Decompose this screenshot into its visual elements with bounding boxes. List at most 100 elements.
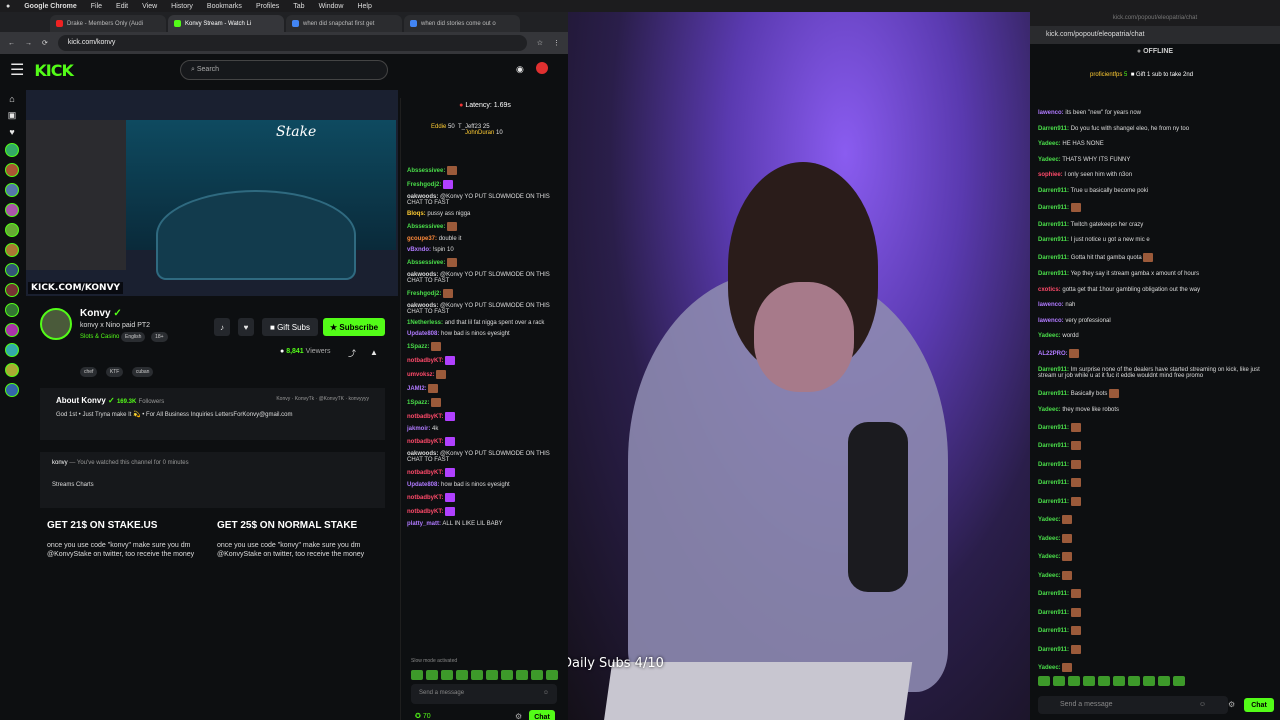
chat-username[interactable]: Darren911: bbox=[1038, 610, 1069, 616]
emote-button[interactable] bbox=[1158, 676, 1170, 686]
chat-username[interactable]: Yadeec: bbox=[1038, 157, 1061, 163]
forward-icon[interactable]: → bbox=[25, 40, 32, 47]
menu-tab[interactable]: Tab bbox=[293, 3, 304, 10]
emote-button[interactable] bbox=[456, 670, 468, 680]
menu-profiles[interactable]: Profiles bbox=[256, 3, 279, 10]
chat-username[interactable]: notbadbyKT: bbox=[407, 358, 443, 364]
chat-username[interactable]: Darren911: bbox=[1038, 499, 1069, 505]
language-tag[interactable]: English bbox=[121, 332, 146, 342]
follow-button[interactable]: ♥ bbox=[238, 318, 254, 336]
sidebar-channel-avatar[interactable] bbox=[5, 323, 19, 337]
chat-input[interactable]: Send a message ☺ bbox=[411, 684, 557, 704]
tag-cuban[interactable]: cuban bbox=[131, 367, 154, 377]
social-tiktok[interactable]: KonvyTk bbox=[295, 396, 314, 402]
chat-username[interactable]: vBxndo: bbox=[407, 247, 431, 253]
category-link[interactable]: Slots & Casino bbox=[80, 334, 119, 340]
tab-drake[interactable]: Drake - Members Only (Audi bbox=[50, 15, 166, 32]
browse-icon[interactable]: ▣ bbox=[8, 110, 17, 121]
chat-username[interactable]: notbadbyKT: bbox=[407, 414, 443, 420]
user-avatar[interactable] bbox=[536, 62, 548, 74]
menu-bookmarks[interactable]: Bookmarks bbox=[207, 3, 242, 10]
chat-username[interactable]: notbadbyKT: bbox=[407, 495, 443, 501]
chat-username[interactable]: Darren911: bbox=[1038, 126, 1069, 132]
social-instagram[interactable]: konvyyyy bbox=[348, 396, 369, 402]
chat-username[interactable]: Darren911: bbox=[1038, 391, 1069, 397]
sidebar-channel-avatar[interactable] bbox=[5, 303, 19, 317]
chat-username[interactable]: JAMI2: bbox=[407, 386, 427, 392]
popout-url[interactable]: kick.com/popout/eleopatria/chat bbox=[1030, 26, 1280, 44]
tab-search-2[interactable]: when did stories come out o bbox=[404, 15, 520, 32]
chat-username[interactable]: Darren911: bbox=[1038, 237, 1069, 243]
chat-username[interactable]: Darren911: bbox=[1038, 647, 1069, 653]
sidebar-channel-avatar[interactable] bbox=[5, 203, 19, 217]
menu-edit[interactable]: Edit bbox=[116, 3, 128, 10]
send-chat-button[interactable]: Chat bbox=[529, 710, 555, 720]
chat-username[interactable]: Darren911: bbox=[1038, 443, 1069, 449]
menu-icon[interactable]: ☰ bbox=[10, 60, 24, 80]
sidebar-channel-avatar[interactable] bbox=[5, 363, 19, 377]
emote-button[interactable] bbox=[1083, 676, 1095, 686]
chat-username[interactable]: Yadeec: bbox=[1038, 141, 1061, 147]
gifter-name[interactable]: JohnDuran bbox=[431, 130, 494, 136]
chat-username[interactable]: Darren911: bbox=[1038, 271, 1069, 277]
chat-username[interactable]: Darren911: bbox=[1038, 628, 1069, 634]
chat-username[interactable]: sophiee: bbox=[1038, 172, 1063, 178]
chat-username[interactable]: AL22PRO: bbox=[1038, 351, 1068, 357]
chat-username[interactable]: Abssessivee: bbox=[407, 224, 445, 230]
channel-name[interactable]: Konvy bbox=[80, 308, 111, 319]
sidebar-channel-avatar[interactable] bbox=[5, 263, 19, 277]
chat-username[interactable]: umvoksz: bbox=[407, 372, 435, 378]
chat-username[interactable]: Yadeec: bbox=[1038, 333, 1061, 339]
chat-username[interactable]: lawenco: bbox=[1038, 110, 1064, 116]
sidebar-channel-avatar[interactable] bbox=[5, 143, 19, 157]
emoji-icon[interactable]: ☺ bbox=[1199, 701, 1206, 708]
reload-icon[interactable]: ⟳ bbox=[42, 39, 48, 47]
menu-window[interactable]: Window bbox=[319, 3, 344, 10]
channel-points[interactable]: ✪ 70 bbox=[415, 712, 431, 720]
chat-username[interactable]: cxotics: bbox=[1038, 287, 1061, 293]
app-name[interactable]: Google Chrome bbox=[24, 3, 77, 10]
emote-button[interactable] bbox=[486, 670, 498, 680]
chat-username[interactable]: jakmoir: bbox=[407, 426, 430, 432]
menu-history[interactable]: History bbox=[171, 3, 193, 10]
emote-button[interactable] bbox=[411, 670, 423, 680]
gifter-name[interactable]: proficientfps bbox=[1090, 72, 1122, 78]
sidebar-channel-avatar[interactable] bbox=[5, 383, 19, 397]
sidebar-channel-avatar[interactable] bbox=[5, 183, 19, 197]
extensions-icon[interactable]: ⋮ bbox=[553, 39, 560, 47]
settings-gear-icon[interactable]: ⚙ bbox=[515, 712, 522, 720]
tab-kick[interactable]: Konvy Stream - Watch Li bbox=[168, 15, 284, 32]
chat-username[interactable]: Bloqs: bbox=[407, 211, 426, 217]
chat-username[interactable]: gcoupe37: bbox=[407, 236, 437, 242]
chat-username[interactable]: 1Spazz: bbox=[407, 400, 429, 406]
tag-ktf[interactable]: KTF bbox=[105, 367, 124, 377]
emote-button[interactable] bbox=[1113, 676, 1125, 686]
chat-username[interactable]: Yadeec: bbox=[1038, 573, 1061, 579]
chat-username[interactable]: notbadbyKT: bbox=[407, 470, 443, 476]
video-player[interactable]: Stake KICK.COM/KONVY bbox=[26, 90, 398, 296]
report-icon[interactable]: ▲ bbox=[370, 348, 378, 357]
chat-username[interactable]: Darren911: bbox=[1038, 222, 1069, 228]
chat-username[interactable]: lawenco: bbox=[1038, 302, 1064, 308]
star-icon[interactable]: ☆ bbox=[537, 39, 543, 47]
channel-name-row[interactable]: Konvy ✓ bbox=[80, 308, 122, 319]
emote-button[interactable] bbox=[1038, 676, 1050, 686]
chat-username[interactable]: Yadeec: bbox=[1038, 407, 1061, 413]
search-input[interactable]: ⌕ Search bbox=[180, 60, 388, 80]
chat-username[interactable]: platty_matt: bbox=[407, 521, 441, 527]
chat-username[interactable]: Update808: bbox=[407, 331, 439, 337]
chat-username[interactable]: Freshgodj2: bbox=[407, 182, 441, 188]
home-icon[interactable]: ⌂ bbox=[9, 94, 14, 104]
chat-username[interactable]: notbadbyKT: bbox=[407, 509, 443, 515]
social-x[interactable]: Konvy bbox=[276, 396, 290, 402]
channel-avatar[interactable] bbox=[40, 308, 72, 340]
url-input[interactable]: kick.com/konvy bbox=[57, 35, 527, 51]
emote-button[interactable] bbox=[1068, 676, 1080, 686]
chat-username[interactable]: Abssessivee: bbox=[407, 260, 445, 266]
chat-username[interactable]: Darren911: bbox=[1038, 188, 1069, 194]
chat-username[interactable]: Freshgodj2: bbox=[407, 291, 441, 297]
chat-username[interactable]: Darren911: bbox=[1038, 425, 1069, 431]
chat-username[interactable]: Darren911: bbox=[1038, 205, 1069, 211]
chat-username[interactable]: Darren911: bbox=[1038, 255, 1069, 261]
emote-button[interactable] bbox=[426, 670, 438, 680]
